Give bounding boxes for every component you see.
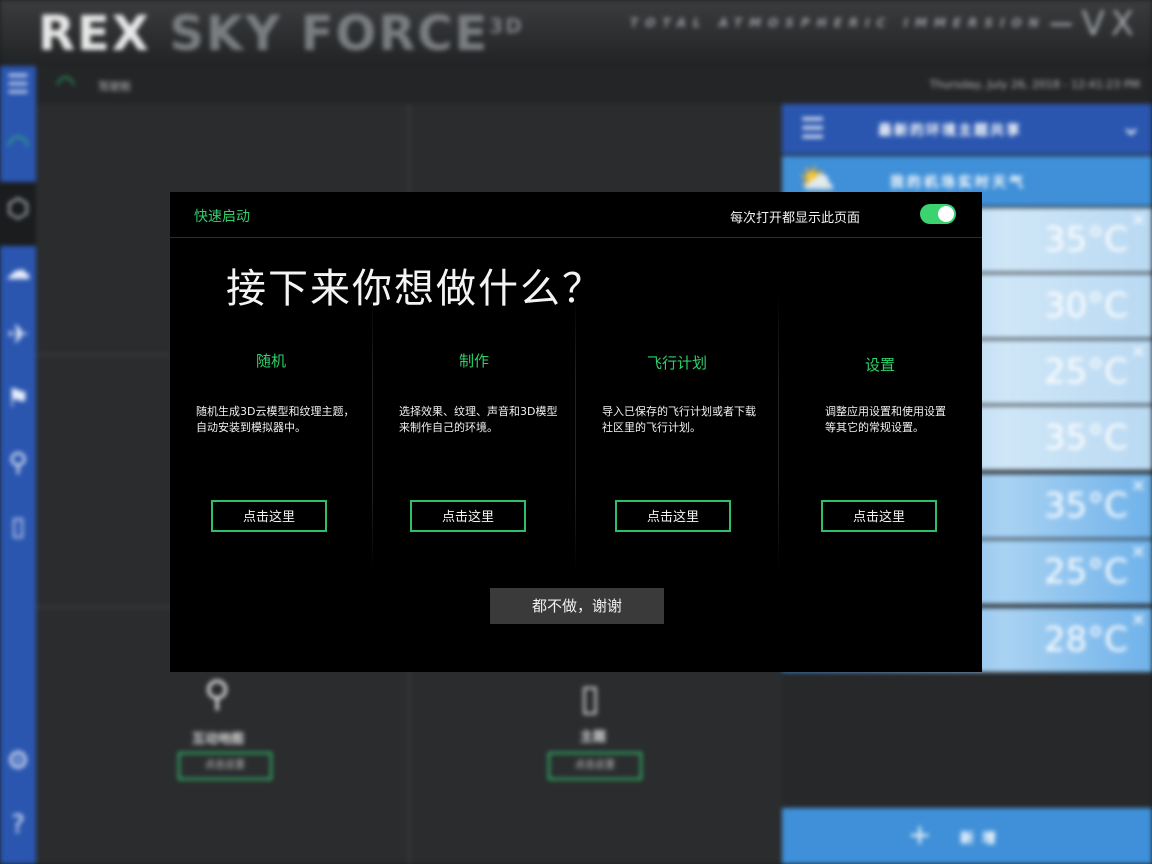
brand-logo: REX SKY FORCE3D (38, 6, 524, 62)
brand-suffix: 3D (489, 14, 524, 38)
option-flight-plan: 飞行计划 导入已保存的飞行计划或者下载社区里的飞行计划。 点击这里 (576, 292, 778, 574)
themes-header-title: 最新的环境主题共享 (878, 123, 1022, 139)
decline-button[interactable]: 都不做，谢谢 (490, 588, 664, 624)
windsock-icon[interactable]: ⚑ (0, 384, 36, 414)
dashboard-gauge-icon[interactable]: ◠ (0, 130, 36, 160)
option-description: 选择效果、纹理、声音和3D模型来制作自己的环境。 (399, 405, 558, 434)
option-title: 设置 (864, 356, 895, 374)
hamburger-menu-icon[interactable]: ☰ (0, 70, 36, 100)
gear-icon[interactable]: ⚙ (0, 746, 36, 776)
add-button-label: 新增 (960, 831, 1004, 847)
section-label: 驾驶舱 (98, 80, 131, 93)
option-description: 导入已保存的飞行计划或者下载社区里的飞行计划。 (602, 405, 756, 434)
chevron-down-icon[interactable]: ⌄ (1120, 112, 1142, 142)
cube-icon[interactable]: ⬡ (0, 194, 36, 224)
tile-label-map: 互动地图 (192, 732, 245, 747)
toggle-knob (938, 206, 954, 222)
themes-header[interactable]: ☰ 最新的环境主题共享 ⌄ (782, 104, 1152, 154)
tile-label-theme: 主题 (580, 730, 607, 745)
option-settings: 设置 调整应用设置和使用设置等其它的常规设置。 点击这里 (779, 292, 981, 574)
option-description: 随机生成3D云模型和纹理主题，自动安装到模拟器中。 (196, 405, 355, 434)
weather-temp: 25°C (1043, 552, 1128, 592)
cloud-icon[interactable]: ☁ (0, 256, 36, 286)
document-icon: ▯ (580, 678, 600, 719)
dialog-header: 快速启动 每次打开都显示此页面 (170, 192, 982, 238)
option-title: 制作 (458, 352, 489, 370)
help-icon[interactable]: ? (0, 810, 36, 840)
quick-start-dialog: 快速启动 每次打开都显示此页面 接下来你想做什么？ 随机 随机生成3D云模型和纹… (170, 192, 982, 672)
document-icon[interactable]: ▯ (0, 512, 36, 542)
plus-icon: + (908, 818, 932, 851)
dialog-title: 快速启动 (194, 209, 250, 225)
brand-main: REX (38, 6, 151, 62)
weather-temp: 28°C (1043, 620, 1128, 660)
title-bar: REX SKY FORCE3D TOTAL ATMOSPHERIC IMMERS… (0, 0, 1152, 66)
weather-temp: 35°C (1043, 486, 1128, 526)
tile-button-map[interactable]: 点击这里 (178, 752, 272, 780)
option-random: 随机 随机生成3D云模型和纹理主题，自动安装到模拟器中。 点击这里 (170, 292, 372, 574)
brand-sub: SKY FORCE (169, 6, 490, 62)
map-pin-icon: ⚲ (204, 674, 231, 715)
close-icon[interactable]: ✕ (1131, 476, 1146, 497)
weather-title: 我的机场实时天气 (890, 175, 1026, 191)
flight-plan-click-button[interactable]: 点击这里 (615, 500, 731, 532)
datetime: Thursday, July 26, 2018 - 12:41:23 PM (929, 78, 1140, 91)
close-icon[interactable]: ✕ (1131, 610, 1146, 631)
show-on-startup-toggle[interactable] (920, 204, 956, 224)
create-click-button[interactable]: 点击这里 (410, 500, 526, 532)
close-icon[interactable]: ✕ (1131, 210, 1146, 231)
weather-temp: 25°C (1043, 352, 1128, 392)
option-create: 制作 选择效果、纹理、声音和3D模型来制作自己的环境。 点击这里 (373, 292, 575, 574)
weather-temp: 30°C (1043, 286, 1128, 326)
option-description: 调整应用设置和使用设置等其它的常规设置。 (825, 405, 946, 434)
tagline: TOTAL ATMOSPHERIC IMMERSION (630, 16, 1046, 30)
sidebar: ☰ ◠ ⬡ ☁ ✈ ⚑ ⚲ ▯ ⚙ ? (0, 66, 36, 864)
random-click-button[interactable]: 点击这里 (211, 500, 327, 532)
settings-click-button[interactable]: 点击这里 (821, 500, 937, 532)
close-icon[interactable]: ✕ (1131, 542, 1146, 563)
top-strip: ◠ 驾驶舱 Thursday, July 26, 2018 - 12:41:23… (36, 66, 1152, 105)
list-icon: ☰ (800, 112, 826, 145)
weather-temp: 35°C (1043, 220, 1128, 260)
window-controls[interactable]: −VX (1047, 4, 1140, 44)
add-button[interactable]: + 新增 (782, 808, 1152, 864)
option-title: 随机 (255, 352, 286, 370)
show-on-startup-label: 每次打开都显示此页面 (729, 211, 860, 226)
airplane-icon[interactable]: ✈ (0, 320, 36, 350)
map-pin-icon[interactable]: ⚲ (0, 448, 36, 478)
tile-button-theme[interactable]: 点击这里 (548, 752, 642, 780)
weather-temp: 35°C (1043, 418, 1128, 458)
close-icon[interactable]: ✕ (1131, 342, 1146, 363)
option-title: 飞行计划 (646, 354, 707, 372)
gauge-icon: ◠ (56, 72, 76, 97)
